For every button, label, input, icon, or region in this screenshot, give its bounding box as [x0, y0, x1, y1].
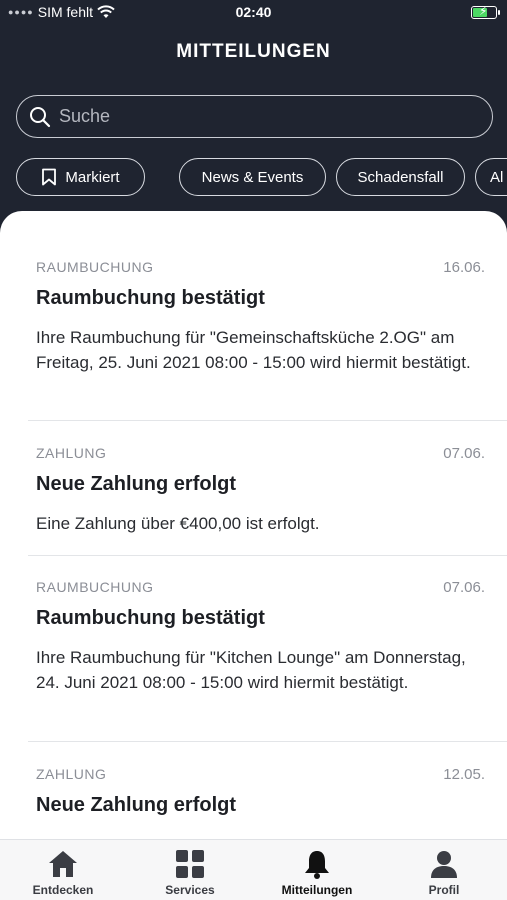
message-date: 07.06.	[443, 445, 485, 462]
message-title: Neue Zahlung erfolgt	[36, 473, 236, 495]
message-card[interactable]: RAUMBUCHUNG 07.06. Raumbuchung bestätigt…	[28, 579, 507, 739]
message-title: Raumbuchung bestätigt	[36, 607, 265, 629]
tab-label: Entdecken	[32, 883, 94, 897]
search-input[interactable]	[59, 106, 459, 127]
message-card[interactable]: RAUMBUCHUNG 16.06. Raumbuchung bestätigt…	[28, 259, 507, 419]
message-body: Eine Zahlung über €400,00 ist erfolgt.	[36, 514, 320, 533]
tab-label: Mitteilungen	[281, 883, 353, 897]
message-body: Ihre Raumbuchung für "Gemeinschaftsküche…	[36, 328, 471, 372]
tab-mitteilungen[interactable]: Mitteilungen	[254, 848, 380, 897]
filter-chip-label: Al	[490, 168, 504, 186]
grid-icon	[176, 850, 204, 878]
message-date: 16.06.	[443, 259, 485, 276]
search-icon	[30, 106, 51, 127]
message-category: ZAHLUNG	[36, 445, 107, 461]
tab-label: Profil	[428, 883, 460, 897]
divider	[28, 555, 507, 556]
message-category: ZAHLUNG	[36, 766, 107, 782]
divider	[28, 420, 507, 421]
tab-label: Services	[165, 883, 215, 897]
filter-chip-alle[interactable]: Al	[475, 158, 507, 196]
filter-chip-markiert[interactable]: Markiert	[16, 158, 145, 196]
battery-icon: ⚡	[471, 4, 500, 19]
filter-chip-news-events[interactable]: News & Events	[179, 158, 326, 196]
person-icon	[431, 851, 457, 878]
message-body: Ihre Raumbuchung für "Kitchen Lounge" am…	[36, 648, 466, 692]
filter-chip-label: Schadensfall	[357, 168, 444, 186]
filter-chip-label: News & Events	[201, 168, 304, 186]
page-title: MITTEILUNGEN	[176, 41, 331, 62]
message-title: Neue Zahlung erfolgt	[36, 794, 236, 816]
message-title: Raumbuchung bestätigt	[36, 287, 265, 309]
status-time: 02:40	[235, 4, 272, 20]
search-bar[interactable]	[16, 95, 493, 138]
bookmark-icon	[42, 168, 57, 186]
message-card[interactable]: ZAHLUNG 12.05. Neue Zahlung erfolgt	[28, 766, 507, 839]
bell-icon	[305, 851, 329, 879]
message-category: RAUMBUCHUNG	[36, 259, 154, 275]
tab-services[interactable]: Services	[127, 848, 253, 897]
message-date: 12.05.	[443, 766, 485, 783]
status-bar: ●●●● SIM fehlt 02:40 ⚡	[0, 0, 507, 28]
message-card[interactable]: ZAHLUNG 07.06. Neue Zahlung erfolgt Eine…	[28, 445, 507, 545]
filter-chip-label: Markiert	[65, 168, 120, 186]
home-icon	[49, 851, 77, 877]
tab-entdecken[interactable]: Entdecken	[0, 848, 126, 897]
tab-bar: Entdecken Services Mitteilungen Profil	[0, 839, 507, 900]
message-list: RAUMBUCHUNG 16.06. Raumbuchung bestätigt…	[0, 211, 507, 839]
message-category: RAUMBUCHUNG	[36, 579, 154, 595]
message-date: 07.06.	[443, 579, 485, 596]
filter-chips: Markiert News & Events Schadensfall Al	[16, 158, 507, 196]
filter-chip-schadensfall[interactable]: Schadensfall	[336, 158, 465, 196]
tab-profil[interactable]: Profil	[381, 848, 507, 897]
divider	[28, 741, 507, 742]
